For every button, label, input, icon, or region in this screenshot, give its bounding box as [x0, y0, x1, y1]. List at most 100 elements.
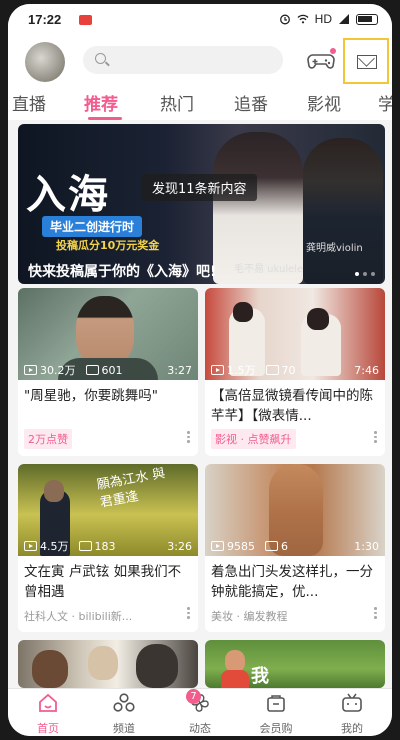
video-card[interactable]: [18, 640, 198, 688]
tab-label: 热门: [160, 95, 194, 115]
video-source: 美妆 · 编发教程: [211, 610, 288, 623]
view-count: 30.2万: [40, 364, 76, 377]
comment-count: 601: [101, 363, 123, 377]
tab-live[interactable]: 直播: [12, 90, 46, 115]
banner-event-pill: 毕业二创进行时: [42, 216, 143, 237]
video-stats: 9585 6 1:30: [211, 538, 379, 554]
nav-label: 我的: [341, 722, 363, 735]
banner-person-right: [303, 138, 383, 284]
nav-shop[interactable]: 会员购: [246, 693, 306, 735]
status-bar: 17:22 HD: [8, 4, 392, 34]
notification-badge: 7: [186, 689, 201, 704]
active-tab-indicator: [88, 117, 122, 120]
comment-icon: [265, 541, 278, 551]
tab-label: 影视: [307, 95, 341, 115]
more-options-icon[interactable]: [187, 607, 190, 619]
comment-count: 6: [281, 539, 288, 553]
video-stats: 30.2万 601 3:27: [24, 362, 192, 378]
banner-pagination: [355, 272, 375, 276]
view-count: 4.5万: [40, 540, 69, 553]
new-content-toast: 发现11条新内容: [142, 174, 257, 201]
video-source: 社科人文 · bilibili新...: [24, 610, 133, 623]
comment-icon: [85, 365, 99, 375]
video-duration: 3:26: [167, 539, 192, 553]
search-bar[interactable]: [83, 46, 283, 74]
video-card[interactable]: 我: [205, 640, 385, 688]
home-icon: [39, 693, 57, 712]
bottom-navigation: 首页 频道 7 动态 会员购 我的: [8, 688, 392, 736]
alarm-icon: [279, 14, 290, 25]
video-thumbnail: 我: [205, 640, 385, 688]
nav-channel[interactable]: 频道: [94, 693, 154, 735]
banner-big-title: 入海: [26, 171, 110, 218]
comment-icon: [78, 541, 92, 551]
game-center-icon[interactable]: [306, 48, 336, 72]
banner-prize-text: 投稿瓜分10万元奖金: [56, 239, 160, 252]
category-tabs: 直播 推荐 热门 追番 影视 学: [8, 90, 392, 120]
promo-banner[interactable]: 入海 毕业二创进行时 投稿瓜分10万元奖金 发现11条新内容 毛不易 ukule…: [18, 124, 385, 284]
play-count-icon: [24, 541, 37, 551]
video-title: 【高倍显微镜看传闻中的陈芊芊】【微表情...: [211, 388, 373, 424]
video-card[interactable]: 9585 6 1:30 着急出门头发这样扎，一分钟就能搞定，优... 美妆 · …: [205, 464, 385, 632]
banner-name-left: 毛不易 ukulele: [234, 264, 304, 275]
wifi-icon: [297, 14, 309, 24]
video-title: 文在寅 卢武铉 如果我们不曾相遇: [24, 564, 182, 600]
user-avatar[interactable]: [25, 42, 65, 82]
banner-name-right: 龚明威violin: [306, 243, 363, 254]
video-title: "周星驰，你要跳舞吗": [24, 388, 158, 404]
video-duration: 3:27: [167, 363, 192, 377]
video-tag: 2万点赞: [24, 429, 72, 449]
tab-label: 直播: [12, 95, 46, 115]
comment-count: 183: [94, 539, 116, 553]
view-count: 1.5万: [227, 364, 256, 377]
shop-icon: [267, 695, 285, 712]
nav-mine[interactable]: 我的: [322, 693, 382, 735]
video-card[interactable]: 1.5万 70 7:46 【高倍显微镜看传闻中的陈芊芊】【微表情... 影视 ·…: [205, 288, 385, 456]
network-label: HD: [314, 12, 332, 26]
view-count: 9585: [227, 539, 255, 553]
comment-icon: [265, 365, 279, 375]
tab-recommend[interactable]: 推荐: [84, 90, 122, 120]
signal-icon: [339, 14, 349, 24]
video-stats: 1.5万 70 7:46: [211, 362, 379, 378]
phone-screen: 17:22 HD 直播 推荐 热门 追番 影视 学 入海 毕业二创进行时 投稿瓜…: [8, 4, 392, 736]
play-count-icon: [211, 541, 224, 551]
comment-count: 70: [281, 363, 296, 377]
more-options-icon[interactable]: [187, 431, 190, 443]
video-duration: 1:30: [354, 539, 379, 553]
play-count-icon: [24, 365, 37, 375]
nav-label: 动态: [189, 722, 211, 735]
nav-home[interactable]: 首页: [18, 693, 78, 735]
search-icon: [95, 53, 106, 64]
nav-label: 会员购: [259, 722, 293, 735]
video-title: 着急出门头发这样扎，一分钟就能搞定，优...: [211, 564, 373, 600]
tv-icon: [342, 693, 362, 712]
messages-button[interactable]: [343, 38, 389, 84]
video-stats: 4.5万 183 3:26: [24, 538, 192, 554]
video-card[interactable]: 願為江水 與君重逢 4.5万 183 3:26 文在寅 卢武铉 如果我们不曾相遇…: [18, 464, 198, 632]
video-thumbnail: [18, 640, 198, 688]
video-duration: 7:46: [354, 363, 379, 377]
tab-label: 推荐: [84, 95, 118, 115]
thumbnail-calligraphy: 願為江水 與君重逢: [95, 466, 167, 511]
video-tag: 影视 · 点赞飙升: [211, 429, 296, 449]
status-icons: HD: [279, 12, 378, 26]
status-time: 17:22: [28, 12, 62, 27]
tab-study[interactable]: 学: [378, 90, 392, 115]
play-count-icon: [211, 365, 224, 375]
recording-icon: [79, 15, 92, 25]
tab-movies[interactable]: 影视: [307, 90, 341, 115]
nav-dynamic[interactable]: 7 动态: [170, 689, 230, 735]
tab-label: 学: [378, 95, 392, 115]
battery-icon: [356, 13, 378, 25]
banner-caption: 快来投稿属于你的《入海》吧!: [28, 264, 217, 280]
nav-label: 首页: [37, 722, 59, 735]
mail-icon: [357, 55, 377, 69]
tab-hot[interactable]: 热门: [160, 90, 194, 115]
tab-bangumi[interactable]: 追番: [234, 90, 268, 115]
more-options-icon[interactable]: [374, 607, 377, 619]
video-card[interactable]: 30.2万 601 3:27 "周星驰，你要跳舞吗" 2万点赞: [18, 288, 198, 456]
tab-label: 追番: [234, 95, 268, 115]
nav-label: 频道: [113, 722, 135, 735]
more-options-icon[interactable]: [374, 431, 377, 443]
